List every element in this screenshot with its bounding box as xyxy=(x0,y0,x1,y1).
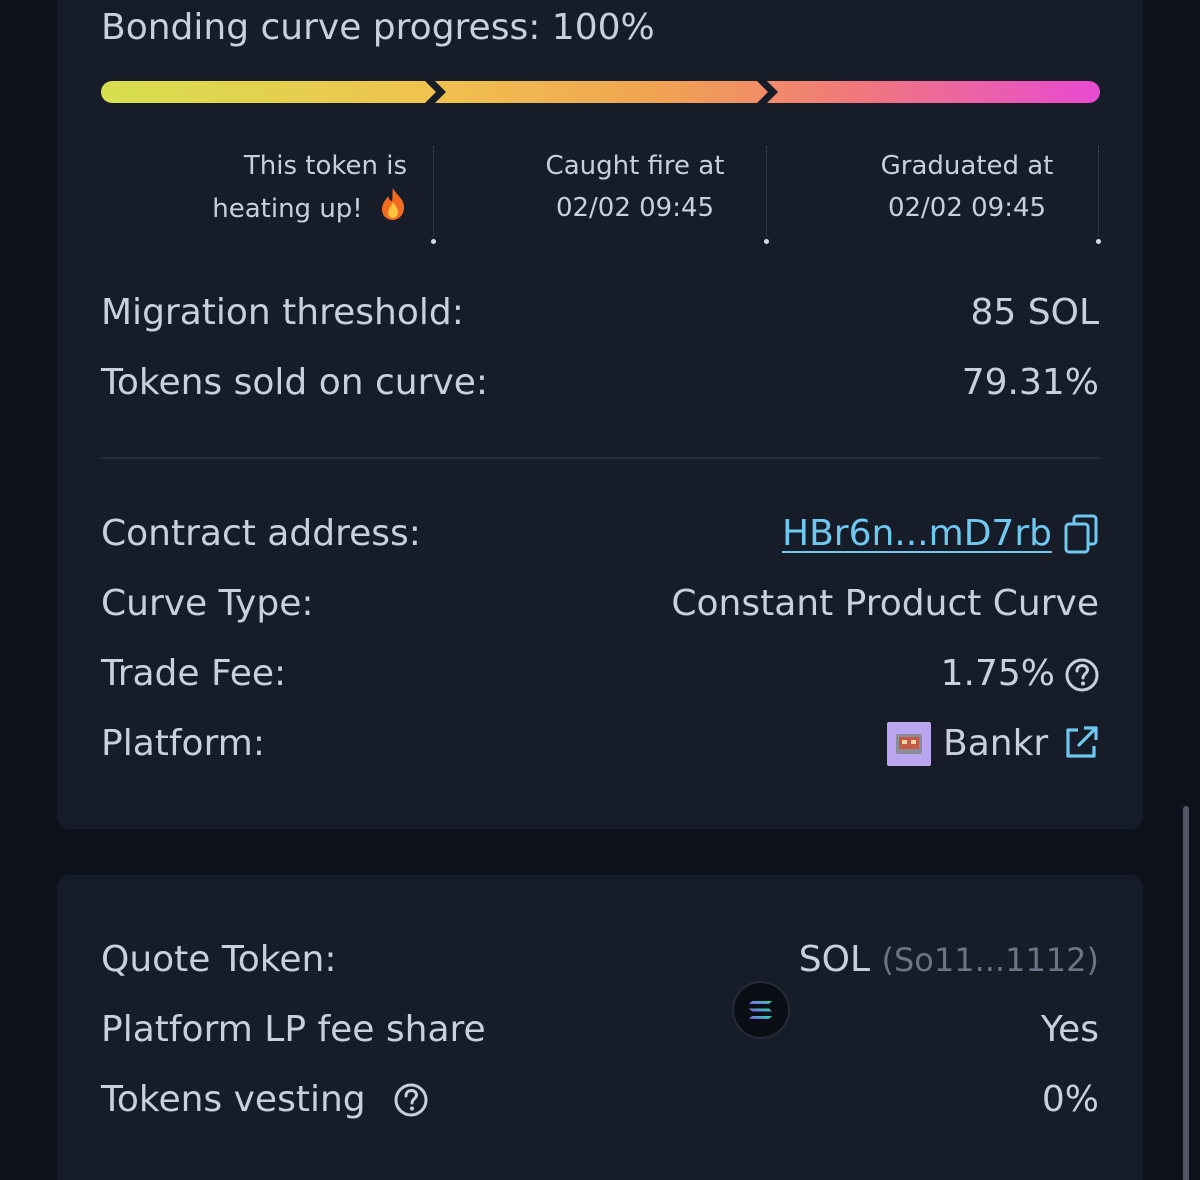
tokens-sold-label: Tokens sold on curve: xyxy=(101,362,488,403)
milestone-caught-fire: Caught fire at 02/02 09:45 xyxy=(527,145,743,229)
copy-icon[interactable] xyxy=(1063,514,1099,558)
quote-token-address: (So11...1112) xyxy=(881,941,1099,979)
bankr-logo-icon xyxy=(887,722,931,766)
lp-fee-share-label: Platform LP fee share xyxy=(101,1009,486,1050)
milestone-line2: 02/02 09:45 xyxy=(555,193,715,223)
milestone-line2: 02/02 09:45 xyxy=(887,193,1047,223)
bonding-progress-title: Bonding curve progress: 100% xyxy=(101,7,655,48)
milestone-heating-up: This token is heating up! xyxy=(177,145,407,234)
milestone-graduated: Graduated at 02/02 09:45 xyxy=(857,145,1077,229)
external-link-icon[interactable] xyxy=(1062,724,1100,766)
quote-token-card: Quote Token: SOL (So11...1112) Platform … xyxy=(57,875,1143,1180)
scrollbar-thumb[interactable] xyxy=(1183,806,1189,1180)
lp-fee-share-value: Yes xyxy=(1040,1009,1099,1050)
tokens-sold-value: 79.31% xyxy=(961,362,1099,403)
help-circle-icon[interactable] xyxy=(1064,657,1100,697)
contract-address-link[interactable]: HBr6n...mD7rb xyxy=(782,513,1052,554)
milestone-dot xyxy=(431,239,436,244)
migration-threshold-value: 85 SOL xyxy=(970,292,1100,333)
milestone-line2: heating up! xyxy=(177,187,407,234)
milestone-guide-line xyxy=(766,146,767,236)
progress-fill xyxy=(101,81,1100,103)
fire-icon xyxy=(379,187,407,234)
trade-fee-value: 1.75% xyxy=(940,653,1055,694)
milestone-line1: Caught fire at xyxy=(545,151,725,181)
milestone-dot xyxy=(764,239,769,244)
quote-token-label: Quote Token: xyxy=(101,939,337,980)
migration-threshold-label: Migration threshold: xyxy=(101,292,464,333)
help-circle-icon[interactable] xyxy=(393,1082,429,1122)
trade-fee-label: Trade Fee: xyxy=(101,653,287,694)
curve-type-label: Curve Type: xyxy=(101,583,314,624)
solana-icon xyxy=(734,983,788,1037)
bonding-curve-card: Bonding curve progress: 100% This token … xyxy=(57,0,1143,829)
platform-label: Platform: xyxy=(101,723,265,764)
platform-value[interactable]: Bankr xyxy=(943,723,1048,764)
curve-type-value: Constant Product Curve xyxy=(671,583,1099,624)
tokens-vesting-value: 0% xyxy=(1041,1079,1099,1120)
milestone-line1: Graduated at xyxy=(880,151,1054,181)
milestone-guide-line xyxy=(433,146,434,236)
contract-address-label: Contract address: xyxy=(101,513,421,554)
bonding-progress-bar xyxy=(101,81,1100,103)
milestone-dot xyxy=(1096,239,1101,244)
quote-token-value: SOL (So11...1112) xyxy=(799,939,1099,980)
token-info-page: Bonding curve progress: 100% This token … xyxy=(0,0,1200,1180)
section-divider xyxy=(101,457,1100,459)
milestone-line1: This token is xyxy=(243,151,407,181)
quote-token-symbol: SOL xyxy=(798,939,871,980)
milestone-line2-text: heating up! xyxy=(212,194,363,224)
milestone-guide-line xyxy=(1098,146,1099,236)
tokens-vesting-label: Tokens vesting xyxy=(101,1079,366,1120)
